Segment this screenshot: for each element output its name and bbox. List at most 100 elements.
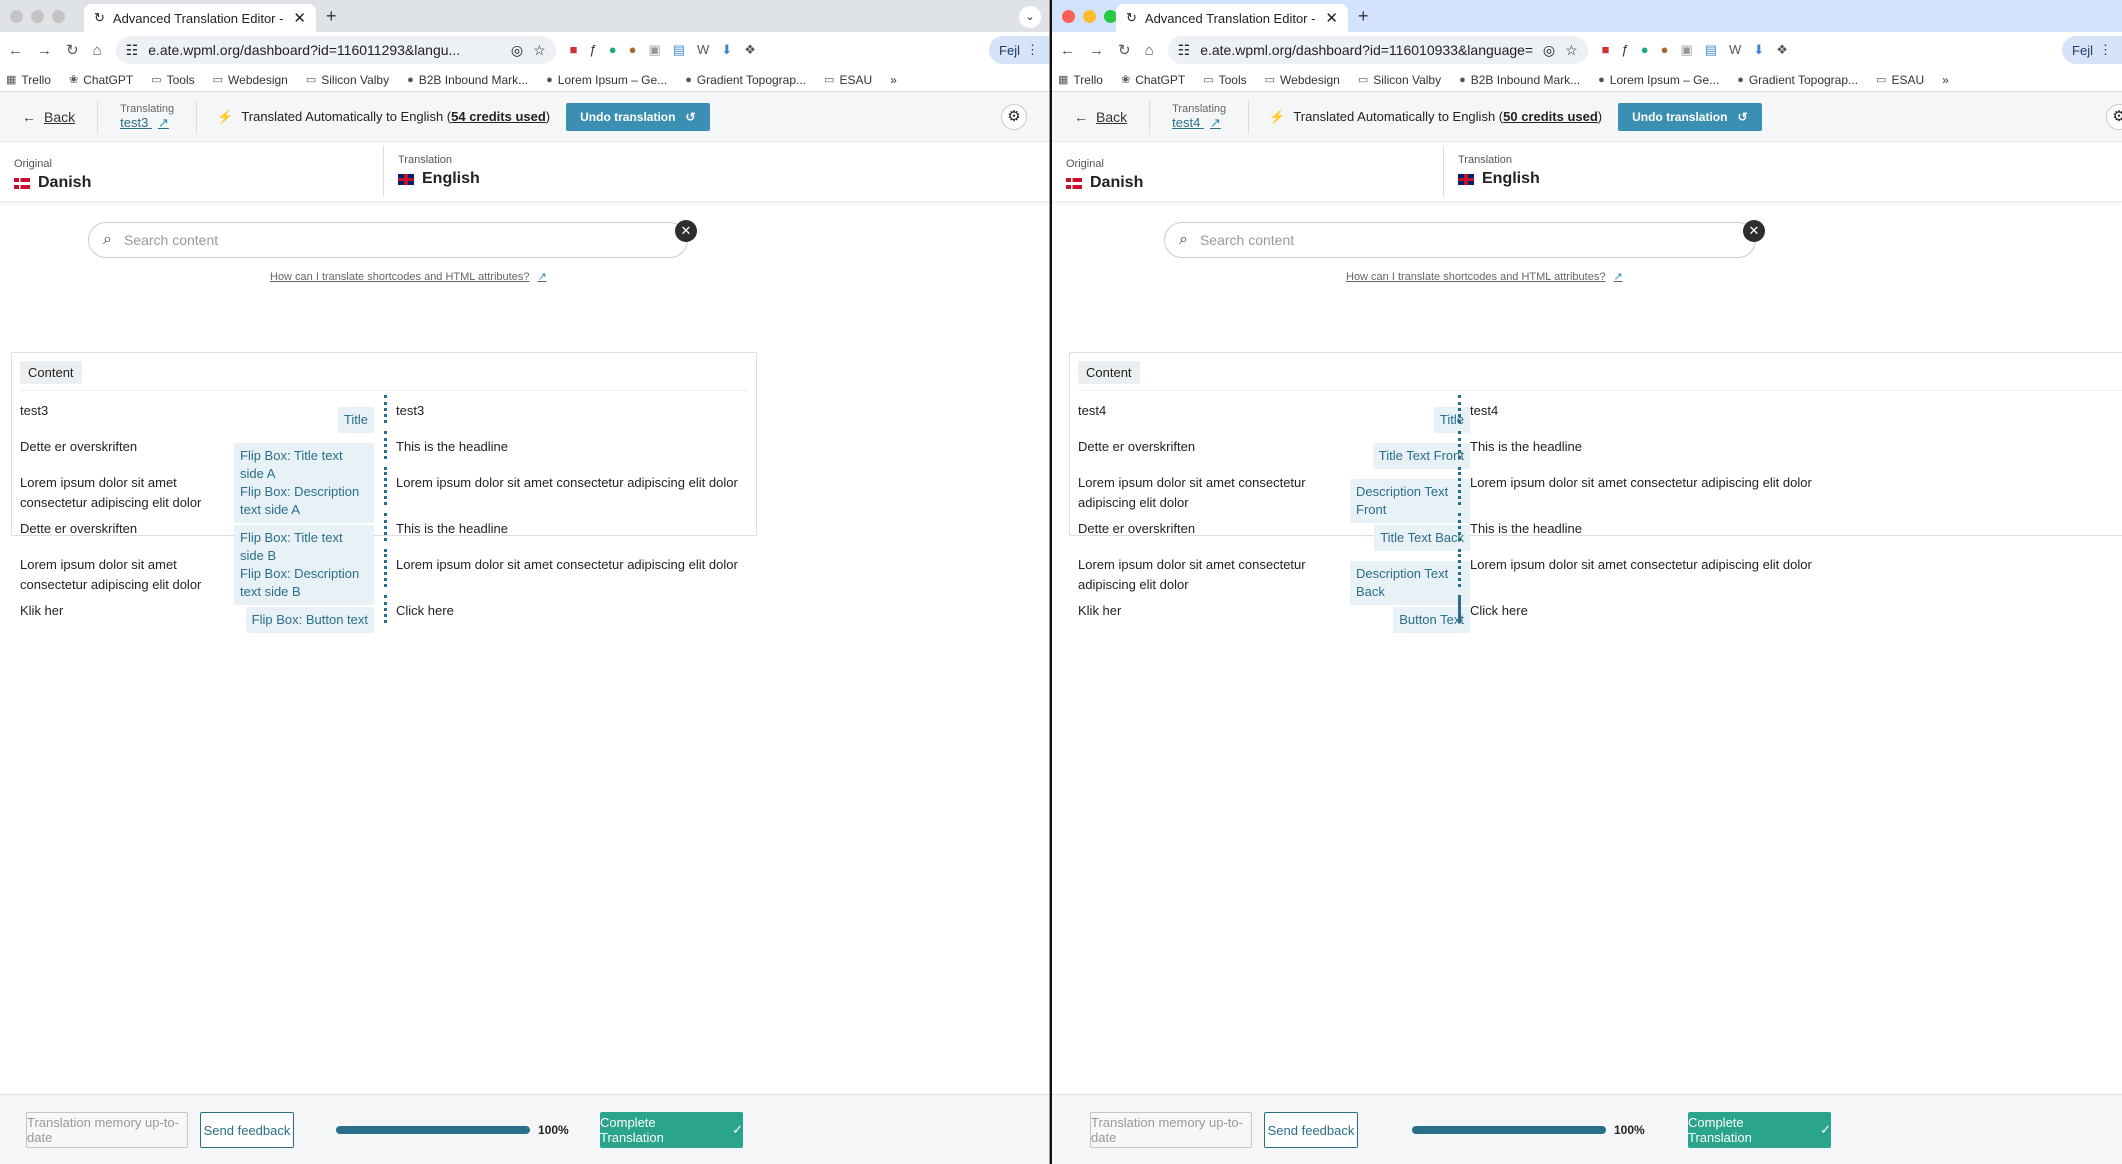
site-info-icon[interactable]: ☷: [126, 42, 139, 59]
close-window-button[interactable]: [1062, 10, 1075, 23]
window-controls[interactable]: [1062, 10, 1117, 23]
forward-arrow-icon[interactable]: →: [37, 42, 52, 59]
clear-search-icon[interactable]: ✕: [1743, 220, 1765, 242]
segment-row[interactable]: Dette er overskriften Flip Box: Title te…: [12, 509, 756, 569]
bookmark-item[interactable]: ● B2B Inbound Mark...: [407, 73, 528, 87]
segment-row[interactable]: Dette er overskriften Title Text Back Th…: [1070, 509, 2122, 551]
new-tab-button[interactable]: +: [1358, 6, 1369, 27]
segment-row[interactable]: Lorem ipsum dolor sit amet consectetur a…: [1070, 463, 2122, 523]
document-link[interactable]: test3 ↗: [120, 115, 174, 131]
segment-row[interactable]: Lorem ipsum dolor sit amet consectetur a…: [12, 463, 756, 523]
minimize-window-button[interactable]: [31, 10, 44, 23]
cookie-extension-icon[interactable]: ●: [629, 42, 637, 58]
bookmark-item[interactable]: ● B2B Inbound Mark...: [1459, 73, 1580, 87]
camera-extension-icon[interactable]: ▣: [648, 42, 660, 58]
translation-text[interactable]: Lorem ipsum dolor sit amet consectetur a…: [396, 545, 738, 575]
browser-tab[interactable]: ↻ Advanced Translation Editor - ✕: [1116, 4, 1348, 32]
site-info-icon[interactable]: ☷: [1178, 42, 1191, 59]
forward-arrow-icon[interactable]: →: [1089, 42, 1104, 59]
undo-translation-button[interactable]: Undo translation ↺: [566, 102, 710, 131]
translation-text[interactable]: This is the headline: [396, 427, 508, 457]
download-extension-icon[interactable]: ⬇: [721, 42, 732, 58]
bookmark-item[interactable]: ▭ Tools: [151, 73, 194, 87]
settings-gear-icon[interactable]: ⚙: [2106, 104, 2122, 130]
translate-extension-icon[interactable]: ▤: [1705, 42, 1717, 58]
search-input[interactable]: ⌕ Search content: [1164, 222, 1756, 258]
bookmark-item[interactable]: ● Lorem Ipsum – Ge...: [546, 73, 667, 87]
shield-extension-icon[interactable]: ■: [1602, 42, 1610, 58]
translation-text[interactable]: test3: [396, 391, 424, 421]
segment-row[interactable]: Lorem ipsum dolor sit amet consectetur a…: [1070, 545, 2122, 605]
segment-row[interactable]: test4 Title test4: [1070, 391, 2122, 433]
settings-gear-icon[interactable]: ⚙: [1001, 104, 1027, 130]
complete-translation-button[interactable]: Complete Translation ✓: [1688, 1112, 1831, 1148]
profile-button[interactable]: Fejl ⋮: [989, 36, 1049, 64]
address-bar[interactable]: ☷ e.ate.wpml.org/dashboard?id=116010933&…: [1167, 36, 1588, 64]
bookmark-item[interactable]: ❀ ChatGPT: [1121, 73, 1185, 87]
shield-extension-icon[interactable]: ■: [570, 42, 578, 58]
eye-slash-icon[interactable]: ◎: [511, 42, 523, 59]
document-link[interactable]: test4 ↗: [1172, 115, 1226, 131]
minimize-window-button[interactable]: [1083, 10, 1096, 23]
camera-extension-icon[interactable]: ▣: [1680, 42, 1692, 58]
bookmark-item[interactable]: ▭ ESAU: [1876, 73, 1924, 87]
segment-row[interactable]: Lorem ipsum dolor sit amet consectetur a…: [12, 545, 756, 605]
zoom-window-button[interactable]: [52, 10, 65, 23]
puzzle-extensions-icon[interactable]: ❖: [1776, 42, 1788, 58]
bookmark-item[interactable]: ▭ ESAU: [824, 73, 872, 87]
home-icon[interactable]: ⌂: [93, 42, 102, 59]
bookmark-item[interactable]: ▭ Silicon Valby: [1358, 73, 1441, 87]
bookmark-item[interactable]: ▦ Trello: [1058, 73, 1103, 87]
search-input[interactable]: ⌕ Search content: [88, 222, 688, 258]
bookmark-item[interactable]: ▦ Trello: [6, 73, 51, 87]
translation-text[interactable]: This is the headline: [1470, 509, 1582, 539]
close-tab-icon[interactable]: ✕: [1325, 9, 1338, 27]
shortcodes-help-link[interactable]: How can I translate shortcodes and HTML …: [270, 270, 547, 283]
bookmark-item[interactable]: ▭ Tools: [1203, 73, 1246, 87]
close-window-button[interactable]: [10, 10, 23, 23]
wordpress-extension-icon[interactable]: W: [697, 42, 709, 58]
translation-text[interactable]: Click here: [1470, 591, 1528, 621]
new-tab-button[interactable]: +: [326, 6, 337, 27]
wordpress-extension-icon[interactable]: W: [1729, 42, 1741, 58]
more-menu-icon[interactable]: ⋮: [2099, 42, 2112, 58]
segment-row[interactable]: Klik her Button Text Click here: [1070, 591, 2122, 633]
credits-used[interactable]: 54 credits used: [451, 109, 546, 124]
credits-used[interactable]: 50 credits used: [1503, 109, 1598, 124]
translate-extension-icon[interactable]: ▤: [673, 42, 685, 58]
window-controls[interactable]: [10, 10, 65, 23]
font-extension-icon[interactable]: ƒ: [1622, 42, 1629, 58]
cookie-extension-icon[interactable]: ●: [1661, 42, 1669, 58]
bookmark-item[interactable]: ▭ Silicon Valby: [306, 73, 389, 87]
browser-tab[interactable]: ↻ Advanced Translation Editor - ✕: [84, 4, 316, 32]
segment-row[interactable]: Klik her Flip Box: Button text Click her…: [12, 591, 756, 633]
segment-row[interactable]: Dette er overskriften Flip Box: Title te…: [12, 427, 756, 487]
bookmark-item[interactable]: ● Lorem Ipsum – Ge...: [1598, 73, 1719, 87]
translation-text[interactable]: This is the headline: [1470, 427, 1582, 457]
send-feedback-button[interactable]: Send feedback: [1264, 1112, 1358, 1148]
bookmark-star-icon[interactable]: ☆: [533, 42, 546, 59]
bookmark-star-icon[interactable]: ☆: [1565, 42, 1578, 59]
color-wheel-extension-icon[interactable]: ●: [1641, 42, 1649, 58]
address-bar[interactable]: ☷ e.ate.wpml.org/dashboard?id=116011293&…: [115, 36, 556, 64]
bookmark-item[interactable]: ▭ Webdesign: [213, 73, 288, 87]
translation-text[interactable]: test4: [1470, 391, 1498, 421]
shortcodes-help-link[interactable]: How can I translate shortcodes and HTML …: [1346, 270, 1623, 283]
reload-icon[interactable]: ↻: [1118, 41, 1131, 59]
undo-translation-button[interactable]: Undo translation ↺: [1618, 102, 1762, 131]
segment-row[interactable]: Dette er overskriften Title Text Front T…: [1070, 427, 2122, 469]
send-feedback-button[interactable]: Send feedback: [200, 1112, 294, 1148]
bookmarks-overflow-icon[interactable]: »: [1942, 73, 1949, 87]
bookmark-item[interactable]: ▭ Webdesign: [1265, 73, 1340, 87]
translation-text[interactable]: Lorem ipsum dolor sit amet consectetur a…: [1470, 463, 1812, 493]
segment-row[interactable]: test3 Title test3: [12, 391, 756, 433]
translation-text[interactable]: Click here: [396, 591, 454, 621]
home-icon[interactable]: ⌂: [1145, 42, 1154, 59]
puzzle-extensions-icon[interactable]: ❖: [744, 42, 756, 58]
back-arrow-icon[interactable]: ←: [8, 42, 23, 59]
back-button[interactable]: ← Back: [1074, 99, 1151, 134]
clear-search-icon[interactable]: ✕: [675, 220, 697, 242]
complete-translation-button[interactable]: Complete Translation ✓: [600, 1112, 743, 1148]
reload-icon[interactable]: ↻: [66, 41, 79, 59]
bookmark-item[interactable]: ❀ ChatGPT: [69, 73, 133, 87]
